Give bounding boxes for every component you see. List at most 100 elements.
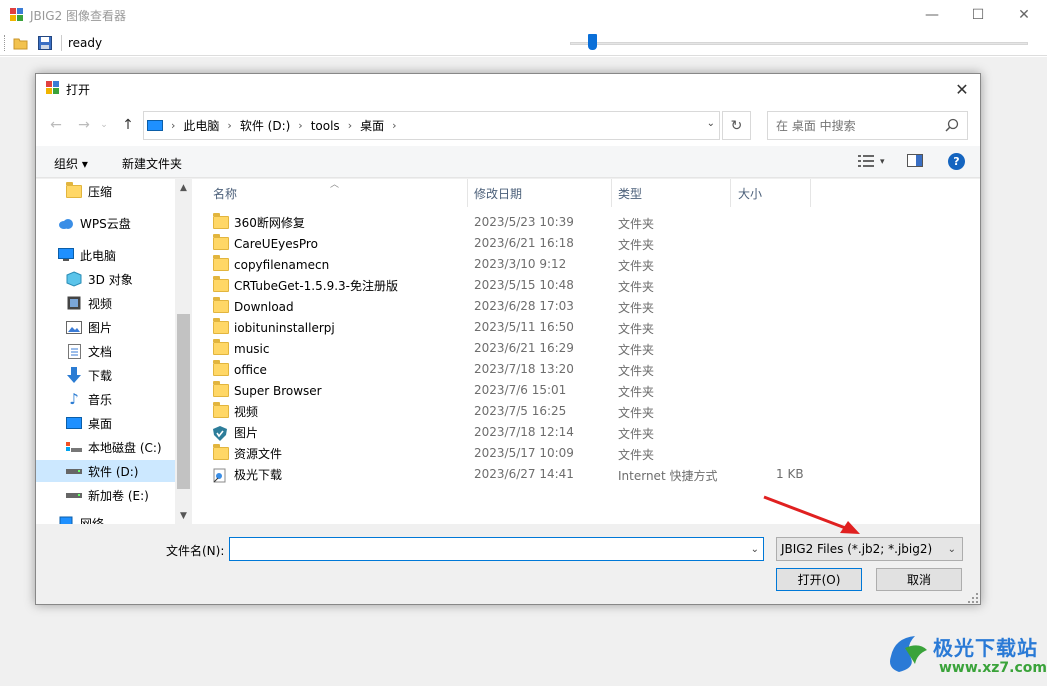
nav-item-documents[interactable]: 文档 [66,340,112,362]
scroll-down-icon[interactable]: ▼ [175,507,192,524]
scroll-up-icon[interactable]: ▲ [175,179,192,196]
organize-menu[interactable]: 组织 ▾ [54,155,88,172]
breadcrumb-desktop[interactable]: 桌面 [360,117,384,134]
search-input[interactable] [776,118,946,133]
resize-grip-icon[interactable] [968,592,978,603]
cancel-button[interactable]: 取消 [876,568,962,591]
file-type: 文件夹 [618,427,655,441]
nav-item-drive-c[interactable]: 本地磁盘 (C:) [66,436,162,458]
address-bar[interactable]: › 此电脑 › 软件 (D:) › tools › 桌面 › ⌄ [143,111,720,140]
preview-pane-icon[interactable] [906,154,923,170]
minimize-button[interactable]: — [909,0,955,30]
file-name: music [234,341,270,356]
nav-item-compress[interactable]: 压缩 [66,180,112,202]
help-icon[interactable]: ? [948,153,965,170]
nav-item-label: 文档 [88,344,113,359]
breadcrumb-separator[interactable]: › [227,119,231,132]
file-row[interactable]: 视频 2023/7/5 16:25 文件夹 [192,401,980,422]
view-dropdown-icon[interactable]: ▾ [880,157,885,167]
column-divider[interactable] [611,179,612,207]
column-header-name[interactable]: 名称 [213,179,237,207]
file-date: 2023/6/21 16:29 [474,341,574,355]
file-row[interactable]: Download 2023/6/28 17:03 文件夹 [192,296,980,317]
file-row[interactable]: 360断网修复 2023/5/23 10:39 文件夹 [192,212,980,233]
nav-item-network[interactable]: 网络 [58,512,104,524]
file-row[interactable]: iobituninstallerpj 2023/5/11 16:50 文件夹 [192,317,980,338]
picture-icon [66,320,82,334]
chevron-down-icon[interactable]: ⌄ [751,544,759,555]
chevron-down-icon[interactable]: ⌄ [707,118,715,129]
search-icon[interactable] [945,118,959,135]
watermark-url: www.xz7.com [939,660,1047,676]
column-header-date[interactable]: 修改日期 [474,179,522,207]
file-row[interactable]: 极光下载 2023/6/27 14:41 Internet 快捷方式 1 KB [192,464,980,485]
breadcrumb-drive-d[interactable]: 软件 (D:) [240,117,290,134]
zoom-slider-thumb[interactable] [588,34,597,50]
maximize-button[interactable]: ☐ [955,0,1001,30]
nav-item-3d-objects[interactable]: 3D 对象 [66,268,133,290]
filename-input[interactable] [234,538,734,560]
refresh-button[interactable]: ↻ [722,111,751,140]
open-folder-icon[interactable] [11,33,31,53]
new-folder-button[interactable]: 新建文件夹 [122,155,182,172]
nav-item-videos[interactable]: 视频 [66,292,112,314]
folder-icon [213,276,229,292]
file-row[interactable]: 资源文件 2023/5/17 10:09 文件夹 [192,443,980,464]
back-arrow-icon[interactable]: ← [46,115,66,135]
dialog-close-button[interactable]: ✕ [950,77,974,101]
file-type: 文件夹 [618,217,655,231]
file-row[interactable]: 图片 2023/7/18 12:14 文件夹 [192,422,980,443]
column-divider[interactable] [467,179,468,207]
folder-icon [213,381,229,397]
close-button[interactable]: ✕ [1001,0,1047,30]
breadcrumb-tools[interactable]: tools [311,119,340,133]
cloud-icon [58,216,74,230]
file-row[interactable]: Super Browser 2023/7/6 15:01 文件夹 [192,380,980,401]
breadcrumb-this-pc[interactable]: 此电脑 [183,117,219,134]
breadcrumb-separator[interactable]: › [298,119,302,132]
folder-icon [213,297,229,313]
column-divider[interactable] [810,179,811,207]
column-divider[interactable] [730,179,731,207]
recent-dropdown-icon[interactable]: ⌄ [94,115,114,135]
status-text: ready [68,35,103,50]
file-row[interactable]: office 2023/7/18 13:20 文件夹 [192,359,980,380]
zoom-slider[interactable] [570,42,1028,45]
nav-item-drive-d[interactable]: 软件 (D:) [36,460,175,482]
save-icon[interactable] [35,33,55,53]
view-details-icon[interactable] [858,154,874,170]
app-title: JBIG2 图像查看器 [30,8,127,23]
file-row[interactable]: music 2023/6/21 16:29 文件夹 [192,338,980,359]
nav-item-label: 此电脑 [80,248,117,263]
filetype-select[interactable]: JBIG2 Files (*.jb2; *.jbig2) ⌄ [776,537,963,561]
up-arrow-icon[interactable]: ↑ [118,115,138,135]
forward-arrow-icon[interactable]: → [74,115,94,135]
scrollbar-thumb[interactable] [177,314,190,489]
breadcrumb-separator[interactable]: › [171,119,175,132]
file-row[interactable]: CRTubeGet-1.5.9.3-免注册版 2023/5/15 10:48 文… [192,275,980,296]
search-box[interactable] [767,111,968,140]
nav-item-music[interactable]: ♪ 音乐 [66,388,112,410]
file-row[interactable]: CareUEyesPro 2023/6/21 16:18 文件夹 [192,233,980,254]
nav-item-this-pc[interactable]: 此电脑 [58,244,116,266]
chevron-down-icon[interactable]: ⌄ [948,544,956,555]
open-button[interactable]: 打开(O) [776,568,862,591]
folder-icon [213,444,229,460]
file-row[interactable]: copyfilenamecn 2023/3/10 9:12 文件夹 [192,254,980,275]
nav-item-drive-e[interactable]: 新加卷 (E:) [66,484,149,506]
nav-item-downloads[interactable]: 下载 [66,364,112,386]
cube-icon [66,271,82,287]
filename-combobox[interactable]: ⌄ [229,537,764,561]
nav-item-desktop[interactable]: 桌面 [66,412,112,434]
navigation-scrollbar[interactable]: ▲ ▼ [175,179,192,524]
column-header-size[interactable]: 大小 [738,179,762,207]
nav-item-pictures[interactable]: 图片 [66,316,112,338]
file-name: copyfilenamecn [234,257,330,272]
nav-item-wps-cloud[interactable]: WPS云盘 [58,212,131,234]
breadcrumb-separator[interactable]: › [392,119,396,132]
shortcut-icon [213,468,229,482]
breadcrumb-separator[interactable]: › [348,119,352,132]
column-header-type[interactable]: 类型 [618,179,642,207]
video-icon [66,296,82,310]
toolbar-grip[interactable] [4,34,7,51]
